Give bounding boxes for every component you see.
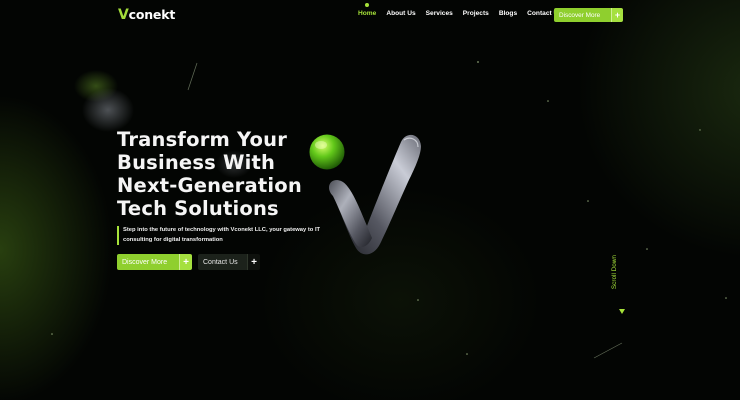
hero-title-line: Business With [117,151,276,174]
hero-description: Step into the future of technology with … [117,226,327,245]
logo-v-mark: V [118,7,129,23]
nav-item-about-us[interactable]: About Us [386,10,415,17]
plus-icon: + [247,254,260,270]
logo-text: Vconekt [118,7,176,23]
blurred-ring-shape [82,88,134,132]
scroll-down-link[interactable]: Scroll Down [608,255,638,317]
scroll-down-label: Scroll Down [611,255,618,290]
hero-title: Transform Your Business With Next-Genera… [117,128,327,220]
star-dot [417,299,419,301]
star-dot [646,248,648,250]
nav-item-projects[interactable]: Projects [463,10,489,17]
active-nav-indicator [365,3,369,7]
star-dot [51,333,53,335]
star-dot [587,200,589,202]
star-dot [477,61,479,63]
blurred-orb-shape [74,70,118,102]
star-dot [699,129,701,131]
nav-item-blogs[interactable]: Blogs [499,10,517,17]
star-dot [466,353,468,355]
arrow-down-icon [619,309,625,314]
contact-us-button[interactable]: Contact Us + [198,254,260,270]
contact-us-label: Contact Us [198,254,247,270]
plus-icon: + [611,8,623,22]
nav-item-home[interactable]: Home [358,10,376,17]
hero-3d-art [51,61,727,359]
star-dot [547,100,549,102]
chrome-v-shape [329,134,421,255]
brand-logo[interactable]: Vconekt [118,7,175,23]
hero-title-line: Tech Solutions [117,197,279,220]
hero-title-line: Transform Your [117,128,288,151]
star-dot [725,297,727,299]
discover-more-label: Discover More [117,254,179,270]
header-discover-more-label: Discover More [554,8,611,22]
star-streak [187,62,198,91]
plus-icon: + [179,254,192,270]
header-discover-more-button[interactable]: Discover More + [554,8,623,22]
discover-more-button[interactable]: Discover More + [117,254,192,270]
hero-title-line: Next-Generation [117,174,302,197]
nav-item-services[interactable]: Services [426,10,453,17]
star-streak [593,342,623,359]
main-nav: Home About Us Services Projects Blogs Co… [358,10,562,17]
hero-section: Vconekt Home About Us Services Projects … [0,0,740,400]
